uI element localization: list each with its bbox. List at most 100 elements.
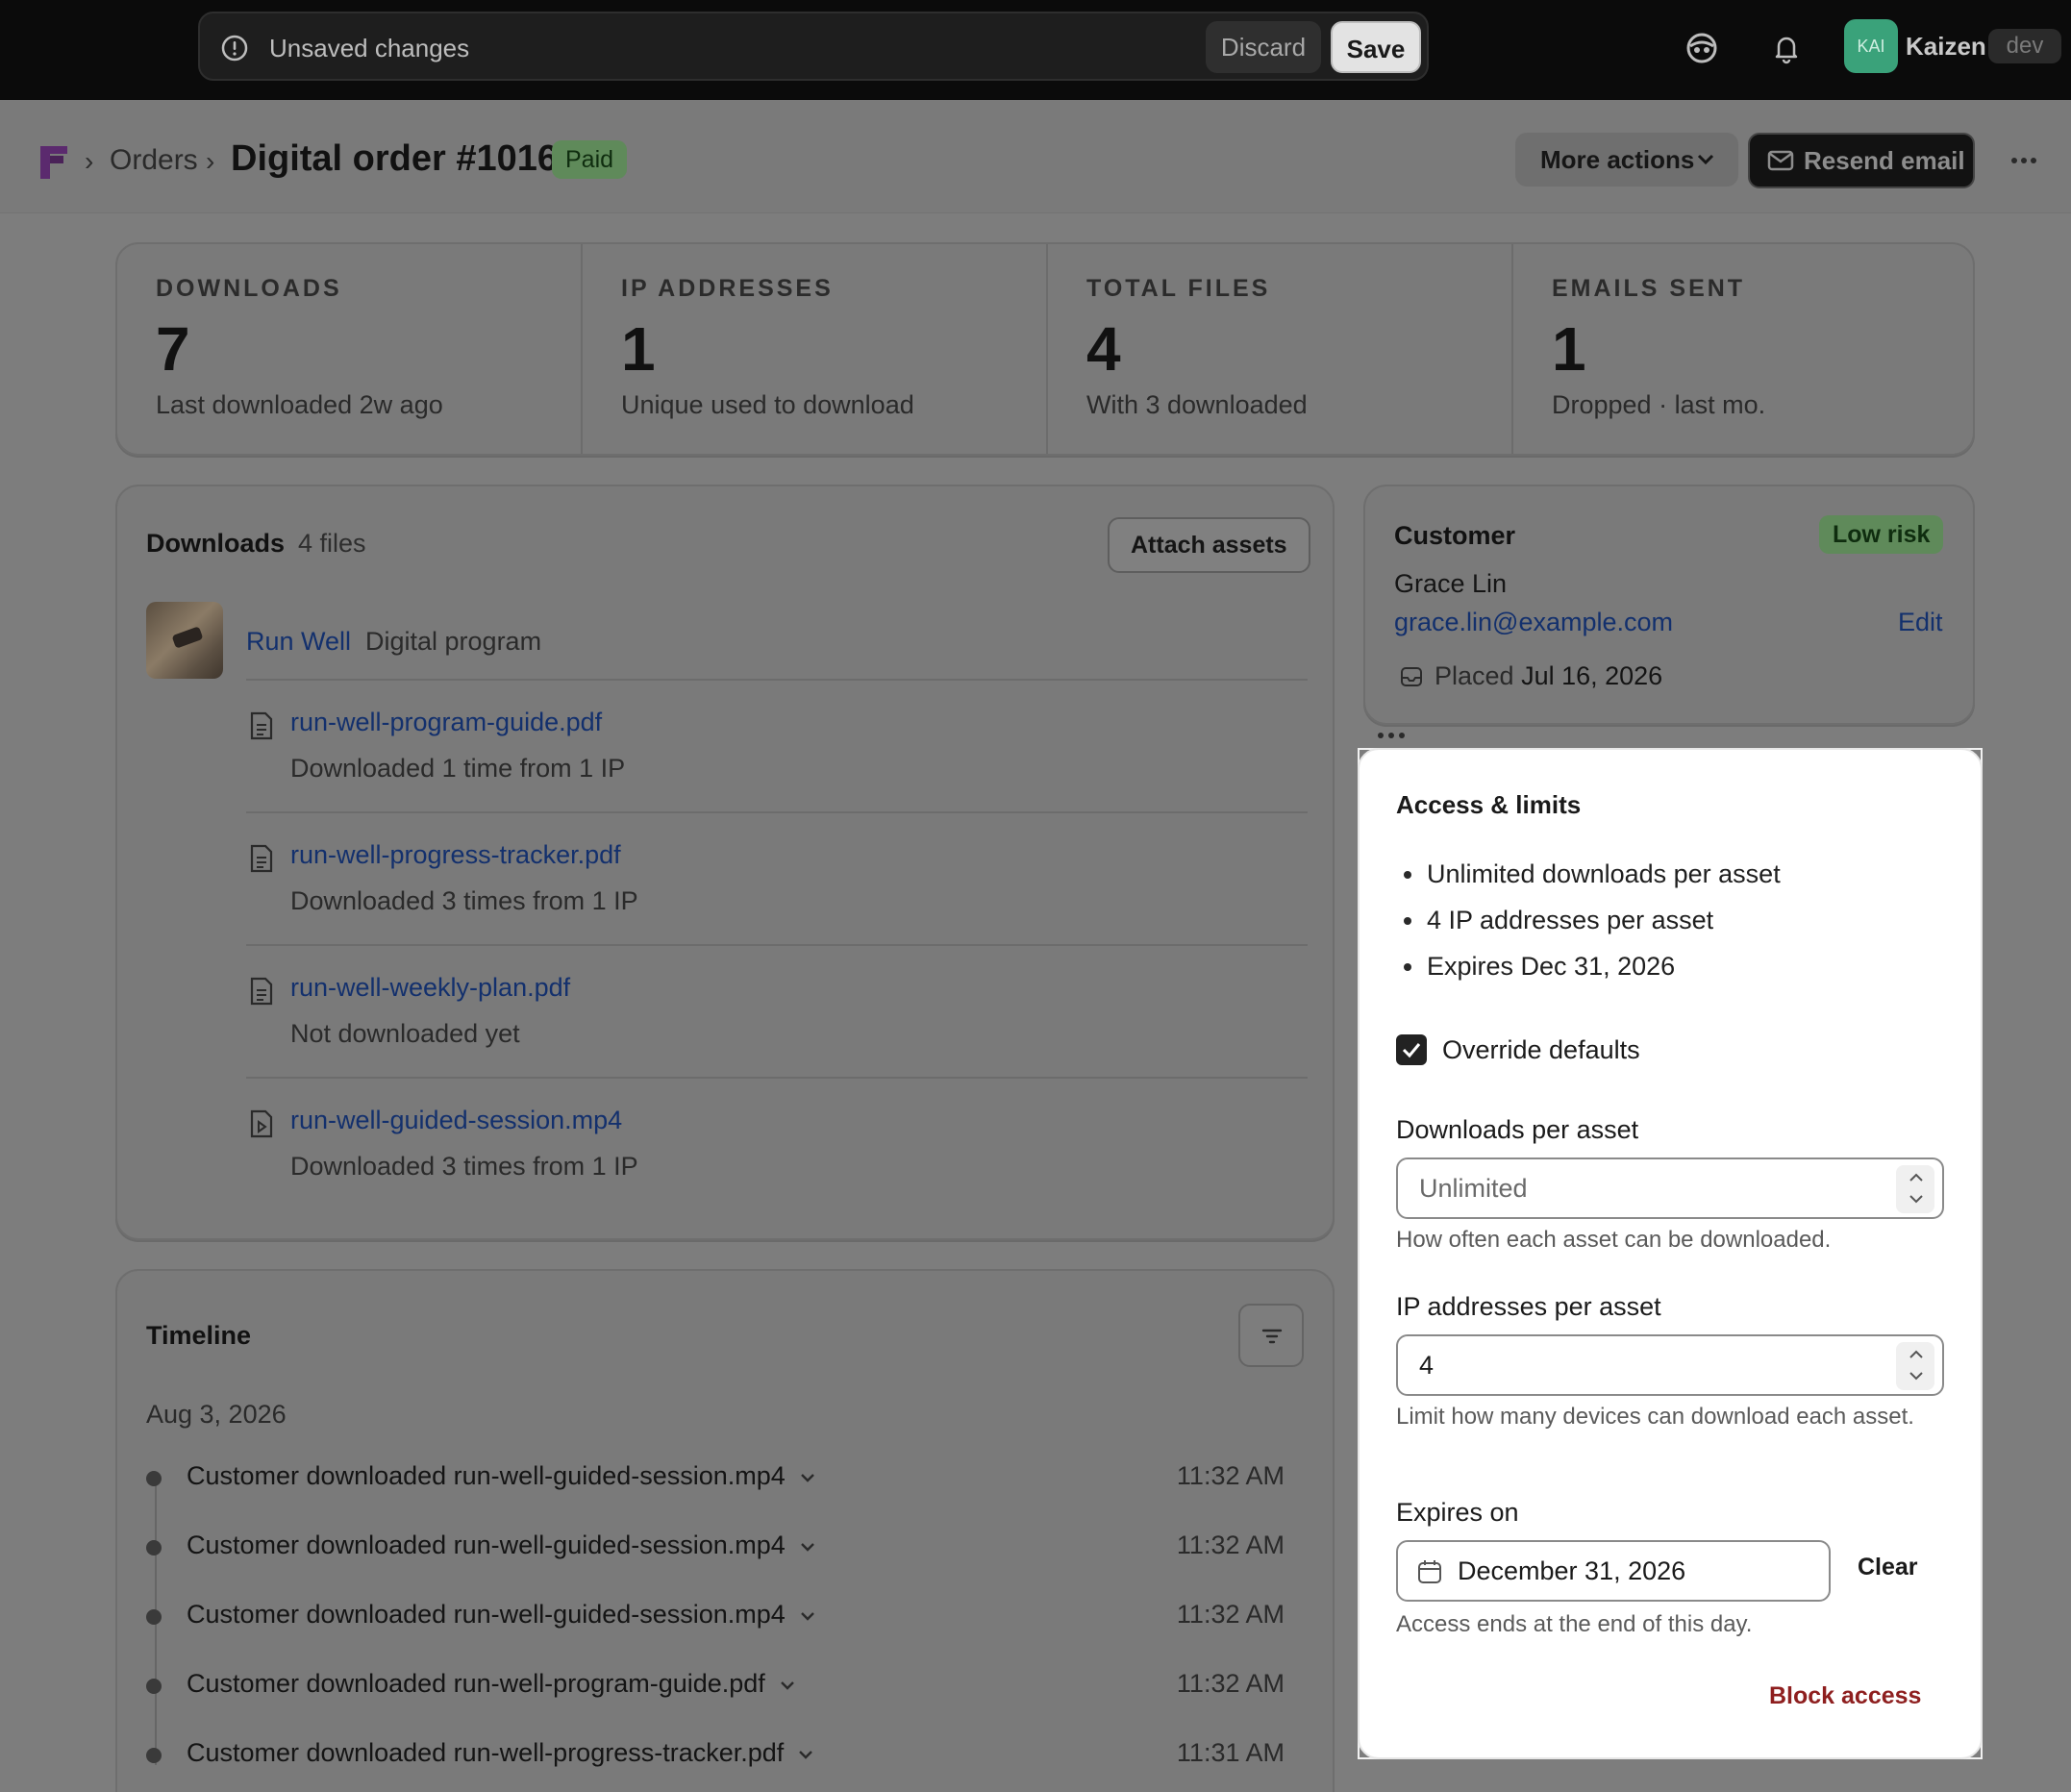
stat-label: IP ADDRESSES <box>621 275 834 302</box>
timeline-event-time: 11:32 AM <box>1176 1600 1285 1629</box>
customer-email-link[interactable]: grace.lin@example.com <box>1394 608 1673 637</box>
breadcrumb-orders[interactable]: Orders <box>110 142 198 179</box>
app-logo-icon[interactable] <box>38 142 71 181</box>
timeline-event-text: Customer downloaded run-well-progress-tr… <box>187 1738 785 1767</box>
file-name-link[interactable]: run-well-program-guide.pdf <box>290 708 602 737</box>
unsaved-changes-bar: Unsaved changes Discard Save <box>198 12 1429 81</box>
timeline-event[interactable]: Customer downloaded run-well-guided-sess… <box>146 1529 1300 1567</box>
stat-subtext: Dropped · last mo. <box>1552 390 1766 419</box>
ip-addresses-input[interactable]: 4 <box>1396 1334 1944 1396</box>
more-horizontal-icon[interactable] <box>2009 146 2038 175</box>
chevron-down-icon[interactable] <box>799 1541 816 1553</box>
video-file-icon <box>250 1109 273 1138</box>
timeline-dot <box>146 1609 162 1625</box>
chevron-down-icon[interactable] <box>799 1472 816 1483</box>
timeline-event-text: Customer downloaded run-well-guided-sess… <box>187 1461 786 1490</box>
clear-date-button[interactable]: Clear <box>1858 1554 1918 1581</box>
list-item: 4 IP addresses per asset <box>1396 904 1781 950</box>
customer-title: Customer <box>1394 521 1516 550</box>
timeline-card: Timeline Aug 3, 2026 Customer downloaded… <box>115 1269 1335 1792</box>
resend-email-label: Resend email <box>1804 146 1965 175</box>
timeline-dot <box>146 1471 162 1486</box>
chevron-down-icon[interactable] <box>779 1680 796 1691</box>
discard-button[interactable]: Discard <box>1206 21 1321 73</box>
placed-date-value: Jul 16, 2026 <box>1521 661 1663 690</box>
file-row: run-well-guided-session.mp4 Downloaded 3… <box>246 1077 1405 1209</box>
file-meta: Downloaded 3 times from 1 IP <box>290 886 638 915</box>
downloads-card: Downloads 4 files Attach assets Run Well… <box>115 485 1405 1240</box>
expires-on-label: Expires on <box>1396 1498 1519 1527</box>
more-horizontal-icon[interactable] <box>1377 731 1406 740</box>
stat-total-files: TOTAL FILES 4 With 3 downloaded <box>1048 244 1513 454</box>
stat-value: 7 <box>156 314 190 384</box>
file-row: run-well-progress-tracker.pdf Downloaded… <box>246 811 1405 944</box>
file-name-link[interactable]: run-well-guided-session.mp4 <box>290 1106 622 1135</box>
number-stepper[interactable] <box>1896 1165 1934 1213</box>
override-defaults-label: Override defaults <box>1442 1035 1640 1064</box>
stat-value: 4 <box>1086 314 1121 384</box>
breadcrumb-separator-icon: › <box>85 146 94 176</box>
top-bar: Unsaved changes Discard Save KAI Kaizen … <box>0 0 2071 100</box>
file-meta: Downloaded 1 time from 1 IP <box>290 754 626 783</box>
chevron-down-icon[interactable] <box>1908 1369 1925 1382</box>
timeline-event-time: 11:32 AM <box>1176 1531 1285 1559</box>
store-name[interactable]: Kaizen <box>1906 31 1986 62</box>
timeline-dot <box>146 1679 162 1694</box>
downloads-per-asset-label: Downloads per asset <box>1396 1115 1639 1144</box>
expires-on-help: Access ends at the end of this day. <box>1396 1611 1753 1637</box>
file-name-link[interactable]: run-well-weekly-plan.pdf <box>290 973 570 1003</box>
timeline-filter-button[interactable] <box>1238 1304 1304 1367</box>
list-item: Expires Dec 31, 2026 <box>1396 950 1781 996</box>
product-type: Digital program <box>365 627 542 656</box>
timeline-event-text: Customer downloaded run-well-program-gui… <box>187 1669 765 1698</box>
more-actions-button[interactable]: More actions <box>1515 133 1738 187</box>
save-button[interactable]: Save <box>1331 21 1421 73</box>
chevron-up-icon[interactable] <box>1908 1348 1925 1361</box>
checkbox[interactable] <box>1396 1034 1427 1065</box>
risk-badge: Low risk <box>1819 515 1944 554</box>
sidekick-icon[interactable] <box>1683 29 1721 67</box>
number-stepper[interactable] <box>1896 1342 1934 1390</box>
timeline-event[interactable]: Customer downloaded run-well-guided-sess… <box>146 1598 1300 1636</box>
downloads-per-asset-help: How often each asset can be downloaded. <box>1396 1227 1832 1253</box>
resend-email-button[interactable]: Resend email <box>1748 133 1975 188</box>
product-thumbnail <box>146 602 223 679</box>
edit-customer-link[interactable]: Edit <box>1898 608 1943 637</box>
stat-value: 1 <box>621 314 656 384</box>
filter-icon <box>1261 1329 1283 1344</box>
ip-addresses-help: Limit how many devices can download each… <box>1396 1404 1914 1430</box>
stat-label: DOWNLOADS <box>156 275 342 302</box>
placed-label: Placed <box>1435 661 1514 690</box>
chevron-down-icon[interactable] <box>799 1610 816 1622</box>
timeline-event[interactable]: Customer downloaded run-well-progress-tr… <box>146 1736 1300 1775</box>
timeline-event[interactable]: Customer downloaded run-well-guided-sess… <box>146 1459 1300 1498</box>
chevron-down-icon[interactable] <box>1908 1192 1925 1206</box>
access-limits-card: Access & limits Unlimited downloads per … <box>1358 748 1983 1759</box>
timeline-date: Aug 3, 2026 <box>146 1400 287 1429</box>
file-name-link[interactable]: run-well-progress-tracker.pdf <box>290 840 621 870</box>
env-badge: dev <box>1988 29 2061 63</box>
file-row: run-well-program-guide.pdf Downloaded 1 … <box>246 679 1405 811</box>
downloads-count: 4 files <box>298 529 366 558</box>
downloads-per-asset-input[interactable]: Unlimited <box>1396 1157 1944 1219</box>
chevron-up-icon[interactable] <box>1908 1171 1925 1184</box>
chevron-down-icon[interactable] <box>797 1749 814 1760</box>
avatar[interactable]: KAI <box>1844 19 1898 73</box>
downloads-per-asset-placeholder: Unlimited <box>1419 1174 1528 1203</box>
expires-on-date-input[interactable]: December 31, 2026 <box>1396 1540 1831 1602</box>
page-header: › Orders › Digital order #1016 Paid More… <box>0 100 2071 213</box>
stats-card: DOWNLOADS 7 Last downloaded 2w ago IP AD… <box>115 242 1975 456</box>
status-badge: Paid <box>552 140 628 179</box>
more-actions-label: More actions <box>1540 145 1695 174</box>
timeline-event[interactable]: Customer downloaded run-well-program-gui… <box>146 1667 1300 1705</box>
bell-icon[interactable] <box>1767 29 1806 67</box>
stat-subtext: Unique used to download <box>621 390 914 419</box>
file-row: run-well-weekly-plan.pdf Not downloaded … <box>246 944 1405 1077</box>
product-link[interactable]: Run Well <box>246 627 351 657</box>
stat-downloads: DOWNLOADS 7 Last downloaded 2w ago <box>117 244 583 454</box>
timeline-event-time: 11:31 AM <box>1176 1738 1285 1767</box>
stat-ip-addresses: IP ADDRESSES 1 Unique used to download <box>583 244 1048 454</box>
block-access-button[interactable]: Block access <box>1769 1682 1921 1710</box>
ip-addresses-label: IP addresses per asset <box>1396 1292 1661 1321</box>
attach-assets-button[interactable]: Attach assets <box>1108 517 1310 573</box>
